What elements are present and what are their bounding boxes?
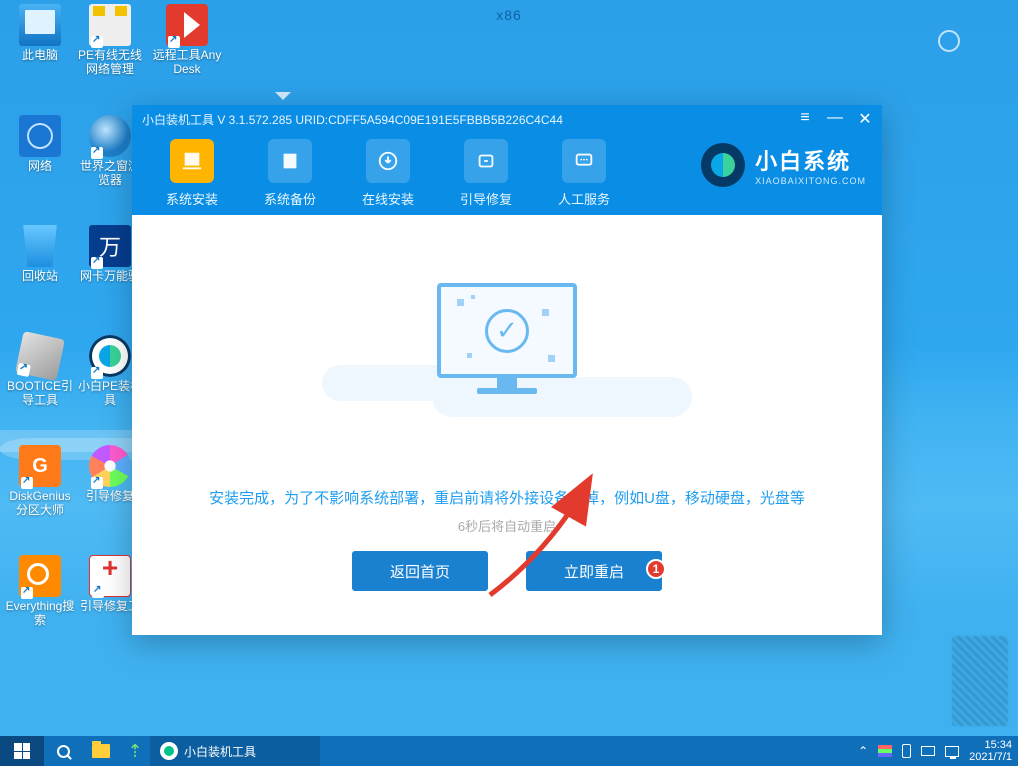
tab-online[interactable]: 在线安装 (348, 139, 428, 208)
icon-anydesk[interactable]: 远程工具AnyDesk (152, 4, 222, 76)
tray-phone-icon[interactable] (902, 744, 911, 758)
install-icon (170, 139, 214, 183)
icon-this-pc[interactable]: 此电脑 (5, 4, 75, 62)
tray-expand-icon[interactable]: ⌃ (858, 744, 868, 758)
bootfix-icon (464, 139, 508, 183)
system-tray: ⌃ 15:34 2021/7/1 (858, 739, 1018, 763)
tabs: 系统安装 系统备份 在线安装 引导修复 人工服务 (152, 139, 624, 208)
step-marker: 1 (646, 559, 666, 579)
taskbar-app[interactable]: 小白装机工具 (150, 736, 320, 766)
check-icon: ✓ (485, 309, 529, 353)
brand: 小白系统 XIAOBAIXITONG.COM (701, 143, 866, 187)
tab-install[interactable]: 系统安装 (152, 139, 232, 208)
tray-clock[interactable]: 15:34 2021/7/1 (969, 739, 1012, 763)
app-icon (160, 742, 178, 760)
message-main: 安装完成，为了不影响系统部署，重启前请将外接设备拔掉，例如U盘，移动硬盘，光盘等 (132, 487, 882, 508)
menu-button[interactable] (796, 109, 814, 129)
tray-monitor-icon[interactable] (945, 746, 959, 757)
app-header: 小白装机工具 V 3.1.572.285 URID:CDFF5A594C09E1… (132, 105, 882, 215)
success-illustration: ✓ (132, 283, 882, 403)
taskbar-explorer[interactable] (82, 736, 120, 766)
tab-backup[interactable]: 系统备份 (250, 139, 330, 208)
download-icon (366, 139, 410, 183)
backup-icon (268, 139, 312, 183)
restart-now-button[interactable]: 立即重启 1 (526, 551, 662, 591)
start-button[interactable] (0, 736, 44, 766)
watermark (952, 636, 1008, 726)
icon-diskgenius[interactable]: GDiskGenius分区大师 (5, 445, 75, 517)
folder-icon (92, 744, 110, 758)
windows-icon (14, 743, 30, 759)
taskbar: ⇡ 小白装机工具 ⌃ 15:34 2021/7/1 (0, 736, 1018, 766)
taskbar-search[interactable] (44, 736, 82, 766)
icon-pe-net[interactable]: PE有线无线网络管理 (75, 4, 145, 76)
wifi-icon: ⇡ (127, 741, 142, 762)
search-icon (57, 745, 70, 758)
app-body: ✓ 安装完成，为了不影响系统部署，重启前请将外接设备拔掉，例如U盘，移动硬盘，光… (132, 215, 882, 635)
app-title: 小白装机工具 V 3.1.572.285 URID:CDFF5A594C09E1… (142, 111, 563, 128)
tray-flag-icon[interactable] (878, 745, 892, 757)
minimize-button[interactable]: — (826, 109, 844, 129)
close-button[interactable]: ✕ (856, 109, 874, 129)
back-home-button[interactable]: 返回首页 (352, 551, 488, 591)
tab-service[interactable]: 人工服务 (544, 139, 624, 208)
tab-bootfix[interactable]: 引导修复 (446, 139, 526, 208)
icon-recycle-bin[interactable]: 回收站 (5, 225, 75, 283)
icon-network[interactable]: 网络 (5, 115, 75, 173)
app-window: 小白装机工具 V 3.1.572.285 URID:CDFF5A594C09E1… (132, 105, 882, 635)
message-countdown: 6秒后将自动重启 (132, 516, 882, 535)
chat-icon (562, 139, 606, 183)
icon-everything[interactable]: Everything搜索 (5, 555, 75, 627)
taskbar-wifi[interactable]: ⇡ (120, 736, 150, 766)
icon-bootice[interactable]: BOOTICE引导工具 (5, 335, 75, 407)
tray-net-icon[interactable] (921, 746, 935, 756)
brand-logo-icon (701, 143, 745, 187)
